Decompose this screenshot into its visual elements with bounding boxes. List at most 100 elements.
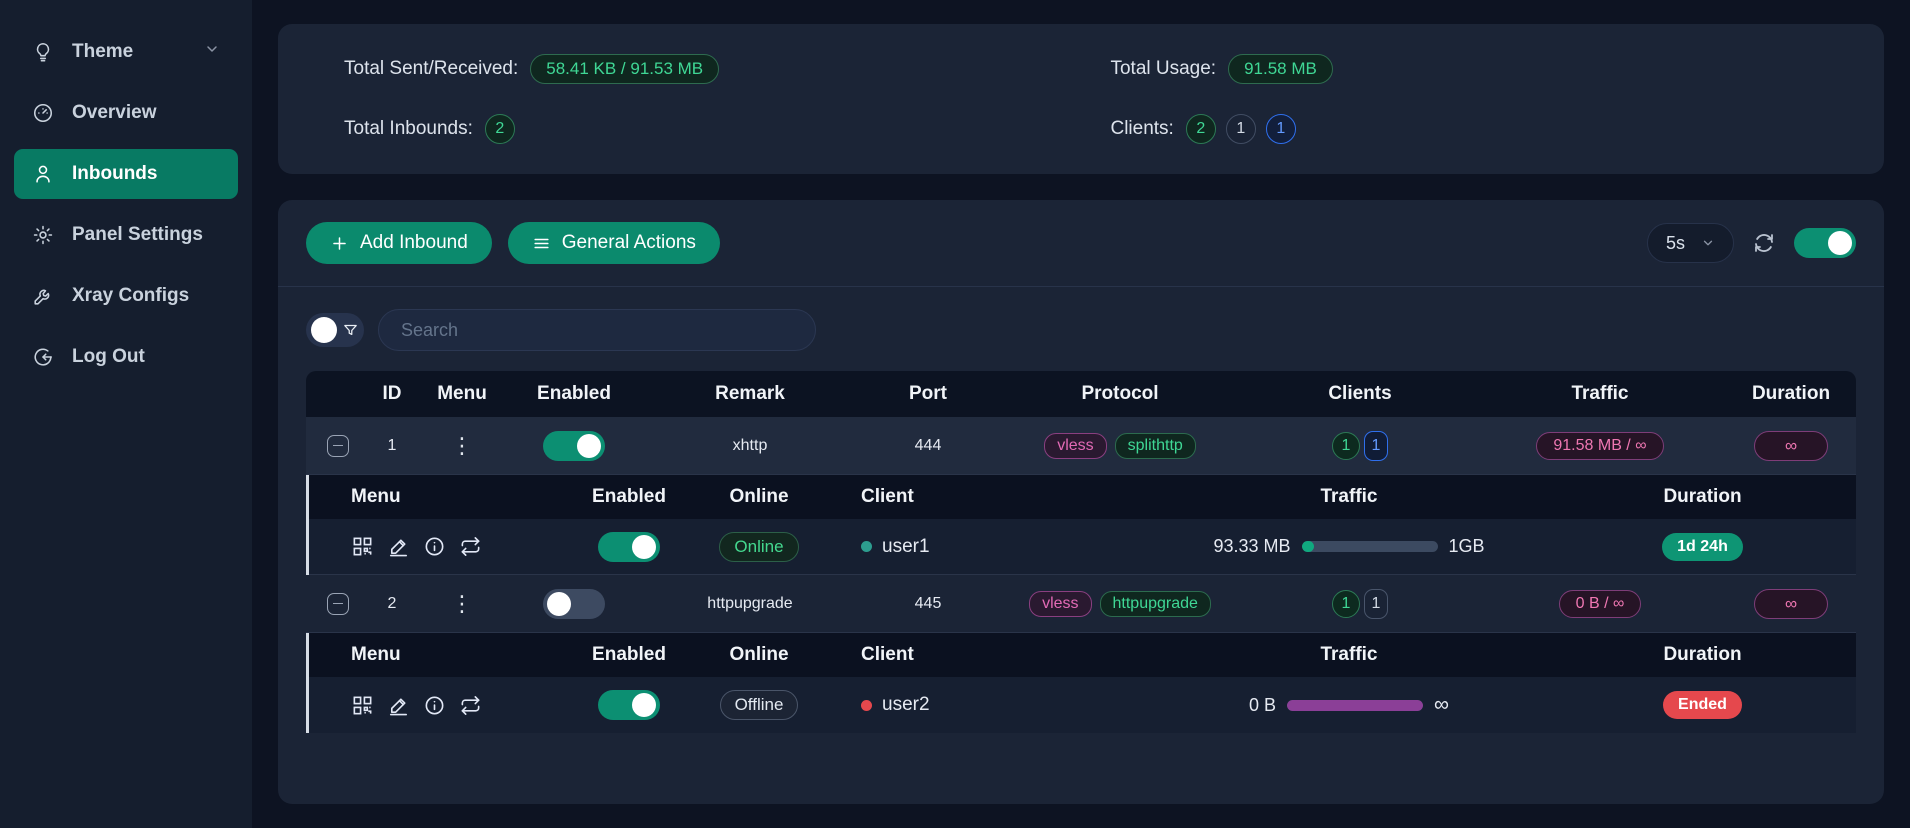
sidebar-item-label: Inbounds: [72, 163, 157, 185]
clients-count-badge: 1: [1332, 432, 1360, 460]
col-header-id: ID: [370, 383, 414, 405]
client-menu-icons: [309, 535, 559, 558]
traffic-pill[interactable]: 0 B / ∞: [1559, 590, 1642, 618]
col-header-port: Port: [862, 383, 994, 405]
toggle-knob: [547, 592, 571, 616]
stat-clients: Clients: 2 1 1: [1110, 114, 1332, 144]
edit-icon[interactable]: [387, 694, 410, 717]
client-enabled-toggle[interactable]: [598, 690, 660, 720]
client-status-dot: [861, 541, 872, 552]
stat-label: Total Usage:: [1110, 58, 1216, 80]
online-status-badge: Online: [719, 532, 798, 562]
sidebar: Theme Overview Inbounds Panel Settings: [0, 0, 252, 828]
inbound-enabled-toggle[interactable]: [543, 589, 605, 619]
client-table-header-row: Menu Enabled Online Client Traffic Durat…: [309, 633, 1856, 677]
col-header-duration: Duration: [1549, 644, 1856, 666]
traffic-limit: ∞: [1434, 693, 1449, 717]
inbound-remark: httpupgrade: [638, 595, 862, 613]
clients-offline-badge: 1: [1226, 114, 1256, 144]
table-row: 2 ⋮ httpupgrade 445 vless httpupgrade 1 …: [306, 575, 1856, 633]
sidebar-item-panel-settings[interactable]: Panel Settings: [14, 210, 238, 260]
online-status-badge: Offline: [720, 690, 799, 720]
stat-label: Total Sent/Received:: [344, 58, 518, 80]
sidebar-item-theme[interactable]: Theme: [14, 27, 238, 77]
client-menu-icons: [309, 694, 559, 717]
col-header-traffic: Traffic: [1149, 644, 1549, 666]
filter-toggle[interactable]: [306, 313, 364, 347]
hamburger-icon: [532, 234, 551, 253]
inbound-remark: xhttp: [638, 437, 862, 455]
bulb-icon: [32, 41, 54, 63]
toggle-knob: [632, 693, 656, 717]
sidebar-item-inbounds[interactable]: Inbounds: [14, 149, 238, 199]
client-duration-badge: 1d 24h: [1662, 533, 1743, 561]
chevron-down-icon: [204, 41, 220, 63]
user-icon: [32, 163, 54, 185]
app-root: Theme Overview Inbounds Panel Settings: [0, 0, 1910, 828]
duration-pill[interactable]: ∞: [1754, 589, 1828, 619]
col-header-enabled: Enabled: [559, 486, 699, 508]
toolbar: Add Inbound General Actions 5s: [278, 200, 1884, 286]
table-row: 1 ⋮ xhttp 444 vless splithttp 1 1 91.58 …: [306, 417, 1856, 475]
client-row: Online user1 93.33 MB 1GB 1d 24h: [309, 519, 1856, 575]
clients-online-badge: 1: [1364, 431, 1388, 461]
plus-icon: [330, 234, 349, 253]
clients-count-badge: 1: [1332, 590, 1360, 618]
col-header-duration: Duration: [1726, 383, 1856, 405]
client-name: user2: [882, 694, 930, 716]
info-icon[interactable]: [423, 535, 446, 558]
collapse-icon[interactable]: [327, 593, 349, 615]
sidebar-item-logout[interactable]: Log Out: [14, 332, 238, 382]
traffic-progress-fill: [1302, 541, 1314, 552]
protocol-badge: vless: [1029, 591, 1091, 617]
gear-icon: [32, 224, 54, 246]
traffic-progress-bar: [1302, 541, 1438, 552]
table-header-row: ID Menu Enabled Remark Port Protocol Cli…: [306, 371, 1856, 417]
refresh-interval-select[interactable]: 5s: [1647, 223, 1734, 263]
qrcode-icon[interactable]: [351, 694, 374, 717]
sidebar-item-xray-configs[interactable]: Xray Configs: [14, 271, 238, 321]
col-header-traffic: Traffic: [1474, 383, 1726, 405]
qrcode-icon[interactable]: [351, 535, 374, 558]
stats-right-column: Total Usage: 91.58 MB Clients: 2 1 1: [1110, 54, 1332, 144]
add-inbound-button[interactable]: Add Inbound: [306, 222, 492, 264]
info-icon[interactable]: [423, 694, 446, 717]
edit-icon[interactable]: [387, 535, 410, 558]
client-traffic: 93.33 MB 1GB: [1149, 536, 1549, 557]
inbounds-table: ID Menu Enabled Remark Port Protocol Cli…: [306, 371, 1856, 733]
sidebar-item-label: Xray Configs: [72, 285, 189, 307]
col-header-client: Client: [819, 644, 1149, 666]
stat-total-usage: Total Usage: 91.58 MB: [1110, 54, 1332, 84]
stat-total-inbounds: Total Inbounds: 2: [344, 114, 1110, 144]
clients-badges: 2 1 1: [1186, 114, 1296, 144]
traffic-used: 0 B: [1249, 695, 1276, 716]
inbound-enabled-toggle[interactable]: [543, 431, 605, 461]
reset-traffic-icon[interactable]: [459, 694, 482, 717]
stat-sent-received: Total Sent/Received: 58.41 KB / 91.53 MB: [344, 54, 1110, 84]
reset-traffic-icon[interactable]: [459, 535, 482, 558]
traffic-progress-fill: [1287, 700, 1423, 711]
traffic-progress-bar: [1287, 700, 1423, 711]
client-table-header-row: Menu Enabled Online Client Traffic Durat…: [309, 475, 1856, 519]
expanded-clients-section: Menu Enabled Online Client Traffic Durat…: [306, 475, 1856, 575]
stats-card: Total Sent/Received: 58.41 KB / 91.53 MB…: [278, 24, 1884, 174]
inbound-id: 2: [370, 595, 414, 613]
row-menu-icon[interactable]: ⋮: [451, 593, 473, 615]
col-header-duration: Duration: [1549, 486, 1856, 508]
main-area: Total Sent/Received: 58.41 KB / 91.53 MB…: [252, 0, 1910, 828]
client-enabled-toggle[interactable]: [598, 532, 660, 562]
sidebar-item-overview[interactable]: Overview: [14, 88, 238, 138]
protocol-badge: vless: [1044, 433, 1106, 459]
row-menu-icon[interactable]: ⋮: [451, 435, 473, 457]
general-actions-button[interactable]: General Actions: [508, 222, 720, 264]
inbound-port: 445: [862, 595, 994, 613]
duration-pill[interactable]: ∞: [1754, 431, 1828, 461]
collapse-icon[interactable]: [327, 435, 349, 457]
client-duration-badge: Ended: [1663, 691, 1742, 719]
toggle-knob: [577, 434, 601, 458]
auto-refresh-toggle[interactable]: [1794, 228, 1856, 258]
traffic-pill[interactable]: 91.58 MB / ∞: [1536, 432, 1663, 460]
search-input[interactable]: [378, 309, 816, 351]
chevron-down-icon: [1701, 236, 1715, 250]
refresh-icon[interactable]: [1752, 231, 1776, 255]
